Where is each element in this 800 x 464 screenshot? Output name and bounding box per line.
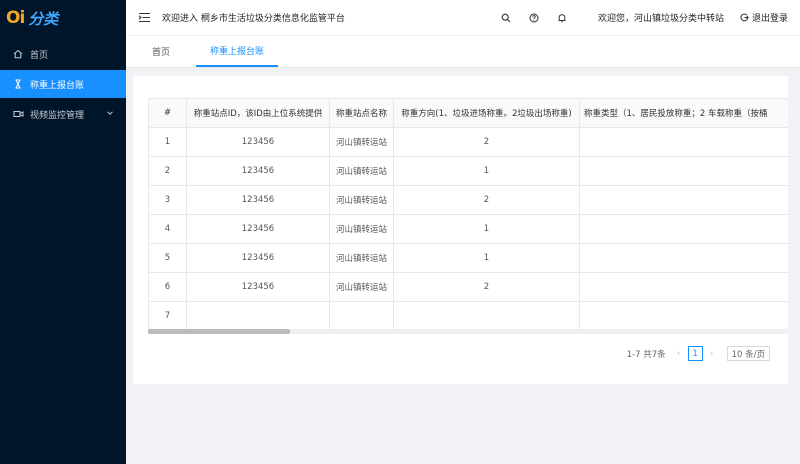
logout-label: 退出登录 (751, 14, 788, 24)
table-row: 6 123456 河山镇转运站 2 1 (148, 272, 788, 302)
table-cell: 123456 (186, 214, 330, 244)
chevron-down-icon (106, 109, 114, 120)
tab-home[interactable]: 首页 (126, 35, 196, 67)
table-cell (393, 301, 580, 331)
sidebar-item-home[interactable]: 首页 (0, 40, 126, 68)
table-cell: 河山镇转运站 (329, 156, 394, 186)
pagination: 1-7 共7条 ‹ 1 › 10 条/页 (627, 346, 770, 361)
pagination-total: 1-7 共7条 (626, 349, 666, 360)
next-page-button[interactable]: › (705, 349, 719, 359)
table-cell: 河山镇转运站 (329, 272, 394, 302)
table-cell: 河山镇转运站 (329, 243, 394, 273)
sidebar-item-label: 首页 (30, 50, 49, 61)
table-cell: 1 (579, 156, 788, 186)
table-header-row: # 称重站点ID，该ID由上位系统提供 称重站点名称 称重方向(1、垃圾进场称重… (148, 98, 788, 128)
column-header: 称重类型（1、居民投放称重；2 车载称重（按桶 (579, 98, 788, 128)
table-cell: 123456 (186, 127, 330, 157)
table-cell: 1 (579, 185, 788, 215)
table-row: 2 123456 河山镇转运站 1 1 (148, 156, 788, 186)
table-cell: 1 (579, 127, 788, 157)
page-size-select[interactable]: 10 条/页 (726, 346, 770, 361)
content-card: # 称重站点ID，该ID由上位系统提供 称重站点名称 称重方向(1、垃圾进场称重… (133, 76, 788, 384)
table-cell: 123456 (186, 185, 330, 215)
page-1-button[interactable]: 1 (687, 346, 703, 361)
prev-page-button[interactable]: ‹ (672, 349, 686, 359)
logout-button[interactable]: 退出登录 (740, 11, 788, 24)
table-cell: 2 (393, 185, 580, 215)
table-row: 7 1 (148, 301, 788, 331)
help-icon[interactable] (520, 13, 548, 23)
table-cell: 5 (148, 243, 187, 273)
logo: Oi 分类 (0, 0, 126, 36)
logo-mark: Oi (6, 8, 25, 28)
table-cell: 4 (148, 214, 187, 244)
column-header: 称重站点名称 (329, 98, 394, 128)
table-cell: 2 (393, 272, 580, 302)
table-cell: 1 (579, 301, 788, 331)
table-cell (329, 301, 394, 331)
page-title: 欢迎进入 桐乡市生活垃圾分类信息化监管平台 (162, 14, 345, 24)
table-cell: 河山镇转运站 (329, 214, 394, 244)
column-header: 称重方向(1、垃圾进场称重。2垃圾出场称重) (393, 98, 580, 128)
tab-weighing-ledger[interactable]: 称重上报台账 (196, 35, 278, 67)
table-cell: 6 (148, 272, 187, 302)
horizontal-scrollbar[interactable] (148, 329, 788, 334)
data-table: # 称重站点ID，该ID由上位系统提供 称重站点名称 称重方向(1、垃圾进场称重… (148, 98, 788, 331)
sidebar-item-video-monitoring[interactable]: 视频监控管理 (0, 100, 126, 128)
table-cell: 1 (579, 272, 788, 302)
home-icon (12, 49, 24, 59)
page-tabs: 首页 称重上报台账 (126, 36, 800, 68)
table-cell: 1 (393, 156, 580, 186)
welcome-text: 欢迎您，河山镇垃圾分类中转站 (597, 14, 724, 24)
table-cell (186, 301, 330, 331)
table-cell: 2 (148, 156, 187, 186)
table-row: 5 123456 河山镇转运站 1 1 (148, 243, 788, 273)
table-row: 4 123456 河山镇转运站 1 1 (148, 214, 788, 244)
sidebar: Oi 分类 首页 称重上报台账 视频监控管理 (0, 0, 126, 464)
column-header: # (148, 98, 187, 128)
table-cell: 123456 (186, 156, 330, 186)
bell-icon[interactable] (548, 13, 576, 23)
sidebar-menu: 首页 称重上报台账 视频监控管理 (0, 40, 126, 128)
logo-text: 分类 (28, 9, 59, 28)
sidebar-item-label: 称重上报台账 (30, 80, 85, 91)
table-cell: 河山镇转运站 (329, 185, 394, 215)
hourglass-icon (12, 79, 24, 89)
table-cell: 3 (148, 185, 187, 215)
table-row: 3 123456 河山镇转运站 2 1 (148, 185, 788, 215)
sidebar-item-label: 视频监控管理 (30, 110, 85, 121)
video-icon (12, 109, 24, 119)
table-cell: 1 (148, 127, 187, 157)
search-icon[interactable] (492, 13, 520, 23)
table-cell: 123456 (186, 243, 330, 273)
top-header: 欢迎进入 桐乡市生活垃圾分类信息化监管平台 欢迎您，河山镇垃圾分类中转站 退出登… (126, 0, 800, 36)
sidebar-item-weighing-ledger[interactable]: 称重上报台账 (0, 70, 126, 98)
scrollbar-thumb[interactable] (148, 329, 290, 334)
table-cell: 1 (393, 214, 580, 244)
table-cell: 1 (579, 243, 788, 273)
table-cell: 7 (148, 301, 187, 331)
logout-icon (740, 13, 749, 22)
table-cell: 2 (393, 127, 580, 157)
column-header: 称重站点ID，该ID由上位系统提供 (186, 98, 330, 128)
menu-fold-icon[interactable] (138, 12, 152, 23)
table-row: 1 123456 河山镇转运站 2 1 (148, 127, 788, 157)
table-cell: 123456 (186, 272, 330, 302)
table-cell: 1 (579, 214, 788, 244)
table-cell: 河山镇转运站 (329, 127, 394, 157)
data-table-container: # 称重站点ID，该ID由上位系统提供 称重站点名称 称重方向(1、垃圾进场称重… (148, 98, 788, 334)
table-cell: 1 (393, 243, 580, 273)
